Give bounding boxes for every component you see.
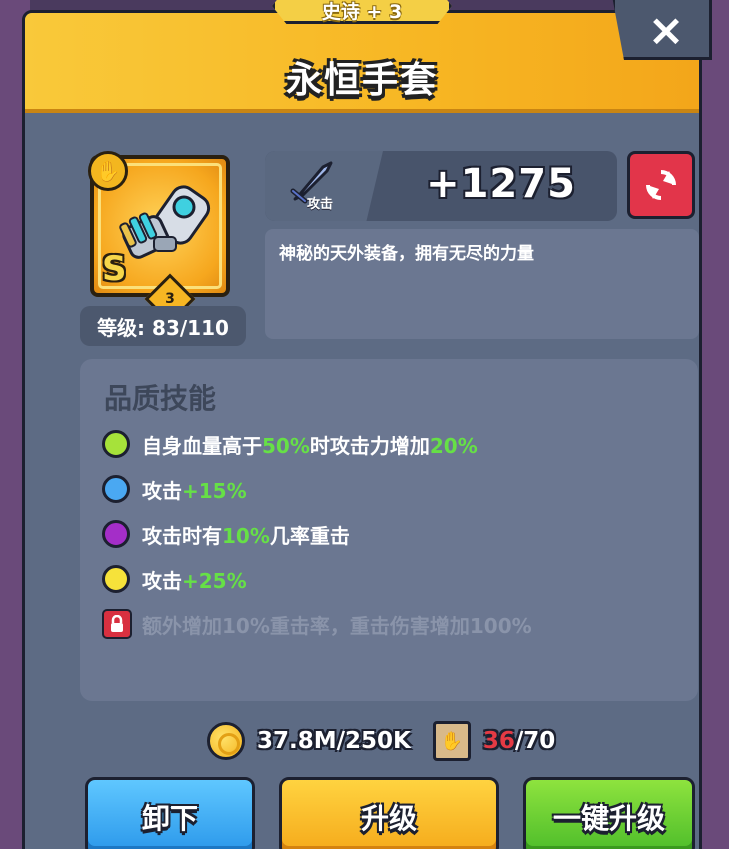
lock-icon <box>102 609 132 639</box>
skill-text: 攻击+25% <box>142 568 247 593</box>
attack-stat-box: 攻击 +1275 <box>265 151 617 221</box>
rarity-tab: 史诗 + 3 <box>272 0 452 24</box>
close-button[interactable]: × <box>612 0 712 60</box>
stat-value: +1275 <box>426 161 576 207</box>
background-right <box>699 0 729 849</box>
upgrade-button[interactable]: 升级 <box>279 777 499 849</box>
skill-dot-green <box>102 430 130 458</box>
one-click-upgrade-label: 一键升级 <box>552 802 665 835</box>
coin-icon <box>207 722 245 760</box>
stat-label: 攻击 <box>307 197 334 212</box>
skills-title: 品质技能 <box>104 382 217 415</box>
skill-row-locked: 额外增加10%重击率，重击伤害增加100% <box>102 607 532 641</box>
quality-skills-panel: 品质技能 自身血量高于50%时攻击力增加20% 攻击+15% 攻击时有10%几率… <box>80 359 698 701</box>
skill-dot-purple <box>102 520 130 548</box>
skill-row: 自身血量高于50%时攻击力增加20% <box>102 427 478 461</box>
scroll-need-count: /70 <box>514 728 556 754</box>
item-title: 永恒手套 <box>285 60 438 101</box>
unequip-button[interactable]: 卸下 <box>85 777 255 849</box>
description-text: 神秘的天外装备，拥有无尽的力量 <box>279 244 534 264</box>
hand-icon: ✋ <box>88 151 128 191</box>
unequip-label: 卸下 <box>141 802 198 835</box>
panel-header: 永恒手套 <box>25 13 699 113</box>
level-pill: 等级: 83/110 <box>80 306 246 346</box>
item-description: 神秘的天外装备，拥有无尽的力量 <box>265 229 699 339</box>
gauntlet-icon <box>119 185 211 259</box>
close-icon: × <box>647 4 685 56</box>
refresh-icon <box>646 170 676 200</box>
skill-row: 攻击+15% <box>102 472 247 506</box>
locked-skill-text: 额外增加10%重击率，重击伤害增加100% <box>142 613 532 638</box>
grade-label: S <box>102 249 127 289</box>
upgrade-label: 升级 <box>360 802 417 835</box>
skill-text: 攻击+15% <box>142 478 247 503</box>
glove-scroll-icon: ✋ <box>432 721 471 761</box>
rarity-label: 史诗 + 3 <box>321 0 403 23</box>
one-click-upgrade-button[interactable]: 一键升级 <box>523 777 695 849</box>
skill-row: 攻击时有10%几率重击 <box>102 517 350 551</box>
skill-text: 攻击时有10%几率重击 <box>142 523 350 548</box>
skill-dot-blue <box>102 475 130 503</box>
skill-text: 自身血量高于50%时攻击力增加20% <box>142 433 478 458</box>
equipment-detail-panel: 永恒手套 ✋ S 3 等级: 83/110 攻击 +1275 神秘的天外装备，拥… <box>22 10 702 849</box>
skill-dot-yellow <box>102 565 130 593</box>
refresh-button[interactable] <box>627 151 695 219</box>
upgrade-cost-row: 37.8M/250K ✋ 36/70 <box>207 719 607 763</box>
level-text: 等级: 83/110 <box>97 315 229 340</box>
skill-row: 攻击+25% <box>102 562 247 596</box>
item-icon-frame: ✋ S 3 <box>88 151 230 325</box>
scroll-have-count: 36 <box>482 728 515 754</box>
coin-cost-text: 37.8M/250K <box>257 728 411 754</box>
